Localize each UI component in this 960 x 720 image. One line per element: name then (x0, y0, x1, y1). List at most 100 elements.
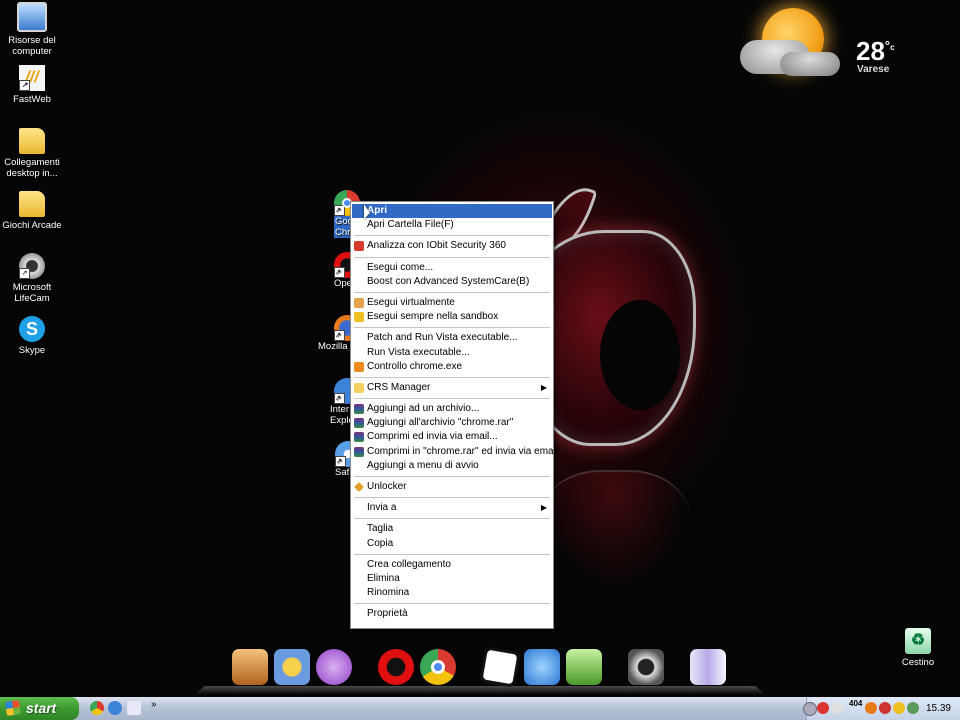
menu-item-comprimi-ed-invia-via-email[interactable]: Comprimi ed invia via email... (352, 430, 552, 444)
tray-badge[interactable]: 404 (849, 699, 862, 708)
finder-icon[interactable] (690, 649, 726, 685)
menu-separator (354, 376, 550, 378)
submenu-arrow-icon: ▶ (540, 382, 547, 392)
desktop-icon-risorse[interactable]: Risorse del computer (0, 2, 64, 57)
taskbar: start » 404 15.39 (0, 697, 960, 720)
menu-separator (354, 497, 550, 499)
control-icon (354, 361, 364, 372)
menu-item-invia-a[interactable]: Invia a ▶ (352, 501, 552, 515)
quicklaunch-more-button[interactable]: » (151, 699, 157, 710)
desktop-icon-collegamenti[interactable]: Collegamenti desktop in... (0, 128, 64, 179)
apple-reflection-art (540, 470, 690, 592)
desktop-icon-label: Cestino (901, 657, 935, 668)
weather-city: Varese (857, 64, 890, 75)
quicklaunch-ie-icon[interactable] (108, 701, 122, 715)
ibooks-icon[interactable] (232, 649, 268, 685)
desktop-icon-label: Microsoft LifeCam (12, 282, 52, 304)
menu-item-aggiungi-all-archivio-chrome-rar[interactable]: Aggiungi all'archivio "chrome.rar" (352, 416, 552, 430)
menu-item-rinomina[interactable]: Rinomina (352, 586, 552, 600)
desktop-icon-lifecam[interactable]: ↗ Microsoft LifeCam (0, 253, 64, 304)
camera-icon[interactable] (628, 649, 664, 685)
messenger-icon[interactable] (566, 649, 602, 685)
menu-item-label: Rinomina (367, 587, 410, 599)
start-label: start (26, 700, 57, 716)
start-button[interactable]: start (0, 697, 79, 720)
menu-item-label: Unlocker (367, 481, 407, 492)
menu-separator (354, 476, 550, 477)
webcam-icon: ↗ (19, 253, 45, 279)
opera-icon[interactable] (378, 649, 414, 685)
menu-item-esegui-sempre-nella-sandbox[interactable]: Esegui sempre nella sandbox (352, 310, 552, 324)
menu-item-label: Taglia (367, 523, 394, 535)
menu-item-label: Boost con Advanced SystemCare(B) (367, 275, 530, 287)
menu-item-taglia[interactable]: Taglia (352, 522, 552, 536)
menu-item-label: Controllo chrome.exe (367, 360, 463, 372)
menu-item-label: Aggiungi a menu di avvio (367, 459, 479, 471)
menu-item-label: Comprimi in "chrome.rar" ed invia via em… (367, 445, 559, 457)
menu-separator (354, 553, 550, 555)
menu-item-elimina[interactable]: Elimina (352, 572, 552, 586)
desktop-icon-giochi-arcade[interactable]: Giochi Arcade (0, 191, 64, 231)
menu-item-esegui-come[interactable]: Esegui come... (352, 261, 552, 275)
menu-item-comprimi-in-chrome-rar-ed-invia-via-email[interactable]: Comprimi in "chrome.rar" ed invia via em… (352, 445, 558, 459)
mouse-cursor-icon (364, 204, 370, 223)
dock (195, 645, 765, 695)
app-store-icon[interactable] (524, 649, 560, 685)
quicklaunch-desktop-icon[interactable] (127, 701, 141, 715)
menu-item-label: Esegui come... (367, 261, 434, 273)
menu-item-label: Comprimi ed invia via email... (367, 431, 498, 443)
winrar-icon (354, 404, 364, 415)
menu-item-analizza-con-iobit-security-360[interactable]: Analizza con IObit Security 360 (352, 239, 552, 253)
winrar-icon (354, 432, 364, 443)
weather-widget[interactable]: 28°c Varese (740, 0, 960, 90)
desktop-icon-skype[interactable]: S Skype (0, 316, 64, 356)
menu-item-patch-and-run-vista-executable[interactable]: Patch and Run Vista executable... (352, 331, 552, 345)
menu-separator (354, 256, 550, 258)
menu-item-apri-cartella-file-f[interactable]: Apri Cartella File(F) (352, 218, 552, 232)
menu-item-unlocker[interactable]: Unlocker (352, 480, 552, 494)
desktop-icon-cestino[interactable]: ♻ Cestino (886, 628, 950, 668)
desktop-icon-fastweb[interactable]: ///↗ FastWeb (0, 65, 64, 105)
menu-separator (354, 235, 550, 237)
menu-item-apri[interactable]: Apri (352, 204, 552, 219)
cloud-icon (780, 52, 840, 76)
menu-item-label: Analizza con IObit Security 360 (367, 240, 506, 252)
dock-shelf (195, 686, 765, 694)
menu-item-controllo-chrome-exe[interactable]: Controllo chrome.exe (352, 360, 552, 374)
menu-item-esegui-virtualmente[interactable]: Esegui virtualmente (352, 296, 552, 310)
tray-security-icon[interactable] (817, 702, 829, 714)
menu-separator (354, 327, 550, 329)
menu-item-propriet[interactable]: Proprietà (352, 607, 552, 621)
cube-icon[interactable] (479, 646, 521, 688)
apple-bite-art (600, 300, 680, 410)
menu-item-aggiungi-a-menu-di-avvio[interactable]: Aggiungi a menu di avvio (352, 459, 552, 473)
tray-app-icon[interactable] (907, 702, 919, 714)
menu-item-boost-con-advanced-systemcare-b[interactable]: Boost con Advanced SystemCare(B) (352, 275, 552, 289)
chrome-icon[interactable] (420, 649, 456, 685)
clock[interactable]: 15.39 (926, 697, 951, 720)
itunes-icon[interactable] (316, 649, 352, 685)
menu-item-label: Copia (367, 537, 394, 549)
menu-item-aggiungi-ad-un-archivio[interactable]: Aggiungi ad un archivio... (352, 402, 552, 416)
sandbox-icon (354, 312, 364, 323)
tray-antivirus-icon[interactable] (879, 702, 891, 714)
tray-network-icon[interactable] (831, 702, 843, 714)
context-menu: Apri Apri Cartella File(F) Analizza con IO… (350, 201, 558, 629)
folder-icon (19, 128, 45, 154)
tray-app-icon[interactable] (865, 702, 877, 714)
menu-item-run-vista-executable[interactable]: Run Vista executable... (352, 346, 552, 360)
desktop-icon-label: Skype (18, 345, 46, 356)
menu-item-crs-manager[interactable]: CRS Manager ▶ (352, 381, 552, 395)
sunflower-icon[interactable] (274, 649, 310, 685)
desktop-icon-label: Giochi Arcade (2, 220, 62, 231)
desktop-icon-label: Risorse del computer (8, 35, 56, 57)
system-tray: 404 15.39 (803, 697, 960, 720)
menu-item-label: Apri Cartella File(F) (367, 219, 454, 231)
tray-app-icon[interactable] (893, 702, 905, 714)
menu-separator (354, 603, 550, 605)
quicklaunch-chrome-icon[interactable] (90, 701, 104, 715)
tray-collapse-icon[interactable] (803, 702, 817, 716)
menu-item-copia[interactable]: Copia (352, 537, 552, 551)
menu-item-label: Aggiungi all'archivio "chrome.rar" (367, 417, 514, 429)
menu-item-crea-collegamento[interactable]: Crea collegamento (352, 558, 552, 572)
